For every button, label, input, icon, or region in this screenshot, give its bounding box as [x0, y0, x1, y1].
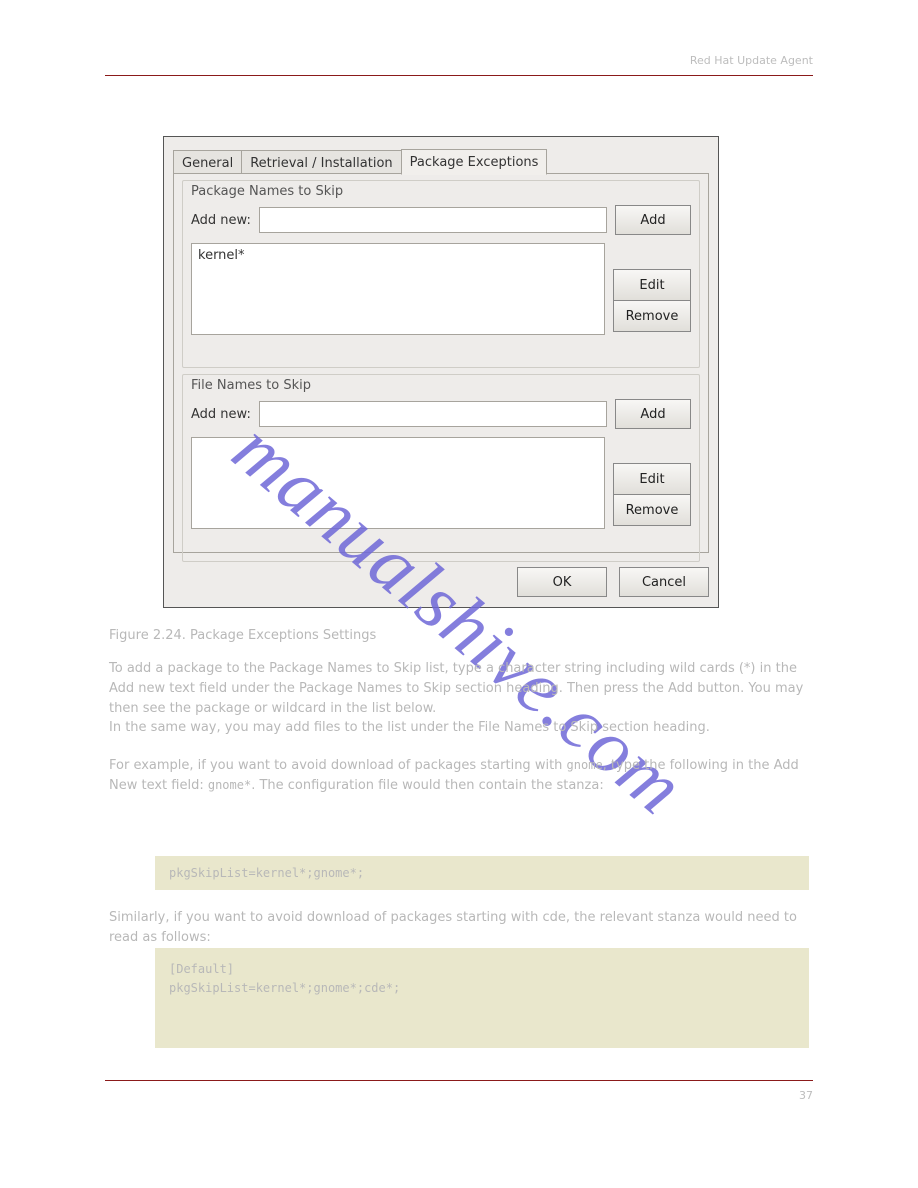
package-add-button[interactable]: Add	[615, 205, 691, 235]
tab-retrieval[interactable]: Retrieval / Installation	[241, 150, 401, 175]
file-remove-button[interactable]: Remove	[613, 494, 691, 526]
add-new-label: Add new:	[191, 407, 251, 422]
header-right: Red Hat Update Agent	[690, 54, 813, 67]
ok-button[interactable]: OK	[517, 567, 607, 597]
page-header: Red Hat Update Agent	[105, 54, 813, 76]
fieldset-package-names: Package Names to Skip Add new: Add kerne…	[182, 180, 700, 368]
cancel-button[interactable]: Cancel	[619, 567, 709, 597]
code-block: [Default] pkgSkipList=kernel*;gnome*;cde…	[155, 948, 809, 1048]
dialog-window: General Retrieval / Installation Package…	[163, 136, 719, 608]
paragraph: Similarly, if you want to avoid download…	[109, 908, 809, 948]
footer-page-number: 37	[799, 1089, 813, 1102]
list-item[interactable]: kernel*	[198, 248, 598, 263]
paragraph: For example, if you want to avoid downlo…	[109, 756, 809, 796]
fieldset-legend: Package Names to Skip	[191, 184, 343, 199]
package-skip-list[interactable]: kernel*	[191, 243, 605, 335]
file-edit-button[interactable]: Edit	[613, 463, 691, 495]
package-remove-button[interactable]: Remove	[613, 300, 691, 332]
paragraph: In the same way, you may add files to th…	[109, 718, 809, 738]
package-add-input[interactable]	[259, 207, 607, 233]
fieldset-file-names: File Names to Skip Add new: Add Edit Rem…	[182, 374, 700, 562]
package-edit-button[interactable]: Edit	[613, 269, 691, 301]
file-add-button[interactable]: Add	[615, 399, 691, 429]
code-block: pkgSkipList=kernel*;gnome*;	[155, 856, 809, 890]
figure-caption: Figure 2.24. Package Exceptions Settings	[109, 626, 809, 646]
paragraph: To add a package to the Package Names to…	[109, 659, 809, 719]
tab-general[interactable]: General	[173, 150, 242, 175]
page-footer: 37	[105, 1080, 813, 1102]
tab-row: General Retrieval / Installation Package…	[173, 146, 546, 174]
tab-package-exceptions[interactable]: Package Exceptions	[401, 149, 548, 175]
fieldset-legend: File Names to Skip	[191, 378, 311, 393]
file-skip-list[interactable]	[191, 437, 605, 529]
tab-panel: Package Names to Skip Add new: Add kerne…	[173, 173, 709, 553]
file-add-input[interactable]	[259, 401, 607, 427]
add-new-label: Add new:	[191, 213, 251, 228]
